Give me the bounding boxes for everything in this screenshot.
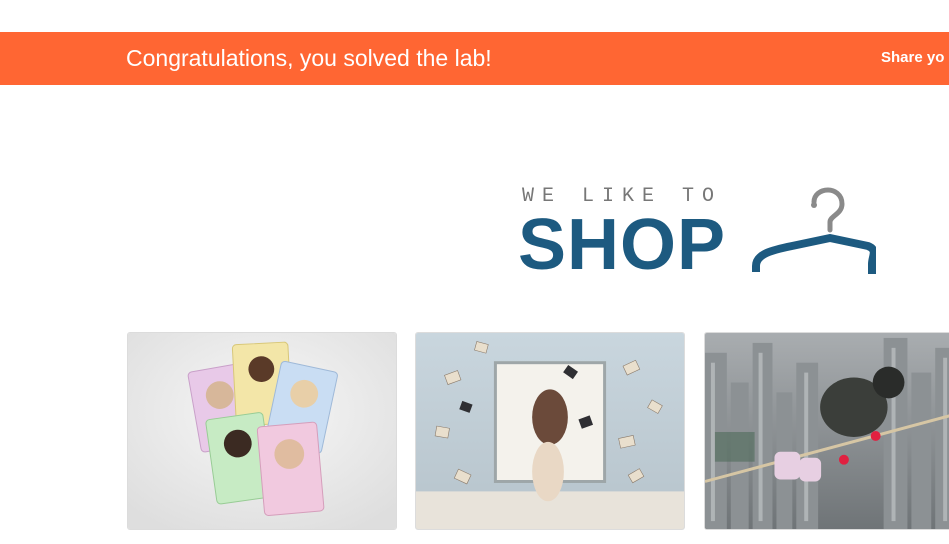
product-card-1[interactable] <box>127 332 397 530</box>
logo-wordmark: SHOP <box>518 205 727 285</box>
product-card-2[interactable] <box>415 332 685 530</box>
hanger-icon <box>752 187 876 274</box>
product-image-floating-books <box>416 333 684 529</box>
share-link[interactable]: Share yo <box>881 49 944 67</box>
product-card-3[interactable] <box>704 332 949 530</box>
product-image-celebrity-cards <box>128 333 396 529</box>
site-logo[interactable]: WE LIKE TO SHOP <box>518 184 878 284</box>
lab-solved-banner: Congratulations, you solved the lab! Sha… <box>0 32 949 85</box>
product-image-tightrope-city <box>705 333 949 529</box>
banner-title: Congratulations, you solved the lab! <box>126 45 492 71</box>
page: Congratulations, you solved the lab! Sha… <box>0 0 949 544</box>
